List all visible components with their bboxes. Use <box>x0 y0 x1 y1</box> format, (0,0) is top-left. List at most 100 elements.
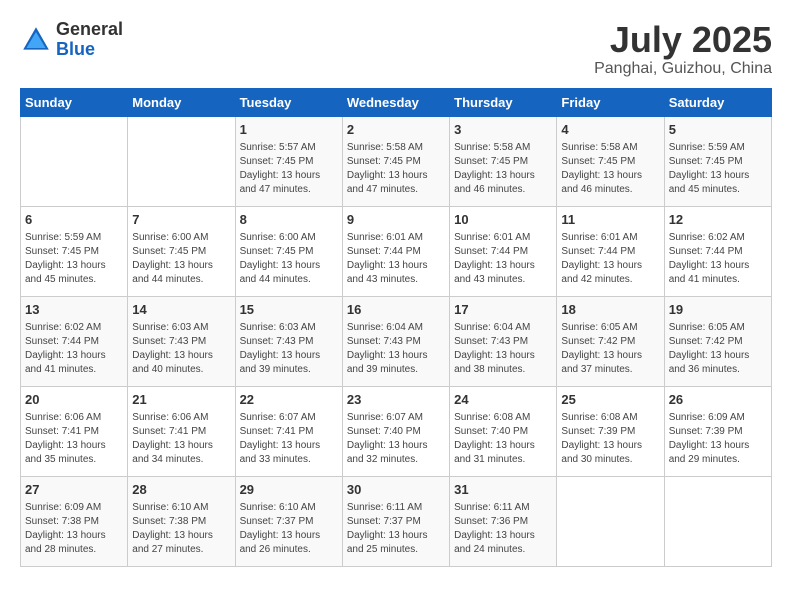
day-number: 7 <box>132 211 230 229</box>
day-number: 24 <box>454 391 552 409</box>
day-cell <box>557 476 664 566</box>
day-info: Sunrise: 6:08 AM Sunset: 7:39 PM Dayligh… <box>561 411 659 467</box>
day-cell: 7 Sunrise: 6:00 AM Sunset: 7:45 PM Daylig… <box>128 206 235 296</box>
day-number: 9 <box>347 211 445 229</box>
day-number: 29 <box>240 481 338 499</box>
day-number: 2 <box>347 121 445 139</box>
day-info: Sunrise: 5:57 AM Sunset: 7:45 PM Dayligh… <box>240 141 338 197</box>
day-info: Sunrise: 6:05 AM Sunset: 7:42 PM Dayligh… <box>669 321 767 377</box>
day-info: Sunrise: 6:03 AM Sunset: 7:43 PM Dayligh… <box>132 321 230 377</box>
day-cell: 14 Sunrise: 6:03 AM Sunset: 7:43 PM Dayli… <box>128 296 235 386</box>
day-info: Sunrise: 6:00 AM Sunset: 7:45 PM Dayligh… <box>132 231 230 287</box>
header-row: SundayMondayTuesdayWednesdayThursdayFrid… <box>21 88 772 116</box>
day-cell: 8 Sunrise: 6:00 AM Sunset: 7:45 PM Daylig… <box>235 206 342 296</box>
day-info: Sunrise: 6:07 AM Sunset: 7:41 PM Dayligh… <box>240 411 338 467</box>
day-cell: 22 Sunrise: 6:07 AM Sunset: 7:41 PM Dayli… <box>235 386 342 476</box>
day-info: Sunrise: 5:59 AM Sunset: 7:45 PM Dayligh… <box>669 141 767 197</box>
day-info: Sunrise: 6:01 AM Sunset: 7:44 PM Dayligh… <box>347 231 445 287</box>
day-info: Sunrise: 6:04 AM Sunset: 7:43 PM Dayligh… <box>454 321 552 377</box>
day-cell: 9 Sunrise: 6:01 AM Sunset: 7:44 PM Daylig… <box>342 206 449 296</box>
week-row-1: 1 Sunrise: 5:57 AM Sunset: 7:45 PM Daylig… <box>21 116 772 206</box>
day-number: 19 <box>669 301 767 319</box>
page-header: General Blue July 2025 Panghai, Guizhou,… <box>20 20 772 78</box>
day-info: Sunrise: 6:10 AM Sunset: 7:38 PM Dayligh… <box>132 501 230 557</box>
logo-text: General Blue <box>56 20 123 60</box>
day-cell: 19 Sunrise: 6:05 AM Sunset: 7:42 PM Dayli… <box>664 296 771 386</box>
day-info: Sunrise: 6:04 AM Sunset: 7:43 PM Dayligh… <box>347 321 445 377</box>
day-number: 17 <box>454 301 552 319</box>
day-number: 25 <box>561 391 659 409</box>
day-cell: 27 Sunrise: 6:09 AM Sunset: 7:38 PM Dayli… <box>21 476 128 566</box>
day-info: Sunrise: 6:09 AM Sunset: 7:39 PM Dayligh… <box>669 411 767 467</box>
day-number: 16 <box>347 301 445 319</box>
day-info: Sunrise: 6:02 AM Sunset: 7:44 PM Dayligh… <box>669 231 767 287</box>
day-info: Sunrise: 6:09 AM Sunset: 7:38 PM Dayligh… <box>25 501 123 557</box>
week-row-2: 6Sunrise: 5:59 AM Sunset: 7:45 PM Daylig… <box>21 206 772 296</box>
day-cell: 5Sunrise: 5:59 AM Sunset: 7:45 PM Daylig… <box>664 116 771 206</box>
day-number: 11 <box>561 211 659 229</box>
day-info: Sunrise: 6:02 AM Sunset: 7:44 PM Dayligh… <box>25 321 123 377</box>
day-cell: 21Sunrise: 6:06 AM Sunset: 7:41 PM Dayli… <box>128 386 235 476</box>
column-header-friday: Friday <box>557 88 664 116</box>
day-cell: 26 Sunrise: 6:09 AM Sunset: 7:39 PM Dayli… <box>664 386 771 476</box>
day-number: 20 <box>25 391 123 409</box>
column-header-monday: Monday <box>128 88 235 116</box>
day-cell: 28 Sunrise: 6:10 AM Sunset: 7:38 PM Dayli… <box>128 476 235 566</box>
day-info: Sunrise: 6:05 AM Sunset: 7:42 PM Dayligh… <box>561 321 659 377</box>
day-info: Sunrise: 6:06 AM Sunset: 7:41 PM Dayligh… <box>25 411 123 467</box>
day-info: Sunrise: 5:58 AM Sunset: 7:45 PM Dayligh… <box>454 141 552 197</box>
day-number: 4 <box>561 121 659 139</box>
day-number: 26 <box>669 391 767 409</box>
logo-general: General <box>56 19 123 39</box>
day-number: 28 <box>132 481 230 499</box>
day-cell <box>21 116 128 206</box>
day-number: 14 <box>132 301 230 319</box>
day-number: 15 <box>240 301 338 319</box>
day-cell: 6Sunrise: 5:59 AM Sunset: 7:45 PM Daylig… <box>21 206 128 296</box>
day-info: Sunrise: 6:03 AM Sunset: 7:43 PM Dayligh… <box>240 321 338 377</box>
day-cell <box>128 116 235 206</box>
day-number: 21 <box>132 391 230 409</box>
calendar-table: SundayMondayTuesdayWednesdayThursdayFrid… <box>20 88 772 567</box>
day-cell: 29 Sunrise: 6:10 AM Sunset: 7:37 PM Dayli… <box>235 476 342 566</box>
day-number: 23 <box>347 391 445 409</box>
day-info: Sunrise: 6:01 AM Sunset: 7:44 PM Dayligh… <box>454 231 552 287</box>
day-number: 27 <box>25 481 123 499</box>
day-info: Sunrise: 6:00 AM Sunset: 7:45 PM Dayligh… <box>240 231 338 287</box>
day-number: 30 <box>347 481 445 499</box>
calendar-subtitle: Panghai, Guizhou, China <box>594 60 772 78</box>
day-cell: 16 Sunrise: 6:04 AM Sunset: 7:43 PM Dayli… <box>342 296 449 386</box>
day-cell: 31Sunrise: 6:11 AM Sunset: 7:36 PM Dayli… <box>450 476 557 566</box>
day-cell: 24 Sunrise: 6:08 AM Sunset: 7:40 PM Dayli… <box>450 386 557 476</box>
column-header-sunday: Sunday <box>21 88 128 116</box>
column-header-saturday: Saturday <box>664 88 771 116</box>
day-cell: 18Sunrise: 6:05 AM Sunset: 7:42 PM Dayli… <box>557 296 664 386</box>
day-number: 31 <box>454 481 552 499</box>
logo: General Blue <box>20 20 123 60</box>
day-number: 22 <box>240 391 338 409</box>
week-row-4: 20 Sunrise: 6:06 AM Sunset: 7:41 PM Dayli… <box>21 386 772 476</box>
day-number: 1 <box>240 121 338 139</box>
day-cell: 23 Sunrise: 6:07 AM Sunset: 7:40 PM Dayli… <box>342 386 449 476</box>
day-cell: 13 Sunrise: 6:02 AM Sunset: 7:44 PM Dayli… <box>21 296 128 386</box>
day-cell <box>664 476 771 566</box>
day-cell: 25 Sunrise: 6:08 AM Sunset: 7:39 PM Dayli… <box>557 386 664 476</box>
day-cell: 12 Sunrise: 6:02 AM Sunset: 7:44 PM Dayli… <box>664 206 771 296</box>
day-info: Sunrise: 6:01 AM Sunset: 7:44 PM Dayligh… <box>561 231 659 287</box>
day-info: Sunrise: 6:10 AM Sunset: 7:37 PM Dayligh… <box>240 501 338 557</box>
day-cell: 1 Sunrise: 5:57 AM Sunset: 7:45 PM Daylig… <box>235 116 342 206</box>
day-cell: 30 Sunrise: 6:11 AM Sunset: 7:37 PM Dayli… <box>342 476 449 566</box>
day-cell: 10 Sunrise: 6:01 AM Sunset: 7:44 PM Dayli… <box>450 206 557 296</box>
day-info: Sunrise: 6:07 AM Sunset: 7:40 PM Dayligh… <box>347 411 445 467</box>
day-info: Sunrise: 6:11 AM Sunset: 7:37 PM Dayligh… <box>347 501 445 557</box>
day-number: 13 <box>25 301 123 319</box>
day-number: 10 <box>454 211 552 229</box>
day-info: Sunrise: 5:58 AM Sunset: 7:45 PM Dayligh… <box>561 141 659 197</box>
day-info: Sunrise: 5:58 AM Sunset: 7:45 PM Dayligh… <box>347 141 445 197</box>
day-cell: 20 Sunrise: 6:06 AM Sunset: 7:41 PM Dayli… <box>21 386 128 476</box>
logo-icon <box>20 24 52 56</box>
day-number: 12 <box>669 211 767 229</box>
day-cell: 4 Sunrise: 5:58 AM Sunset: 7:45 PM Daylig… <box>557 116 664 206</box>
day-info: Sunrise: 6:08 AM Sunset: 7:40 PM Dayligh… <box>454 411 552 467</box>
day-number: 8 <box>240 211 338 229</box>
